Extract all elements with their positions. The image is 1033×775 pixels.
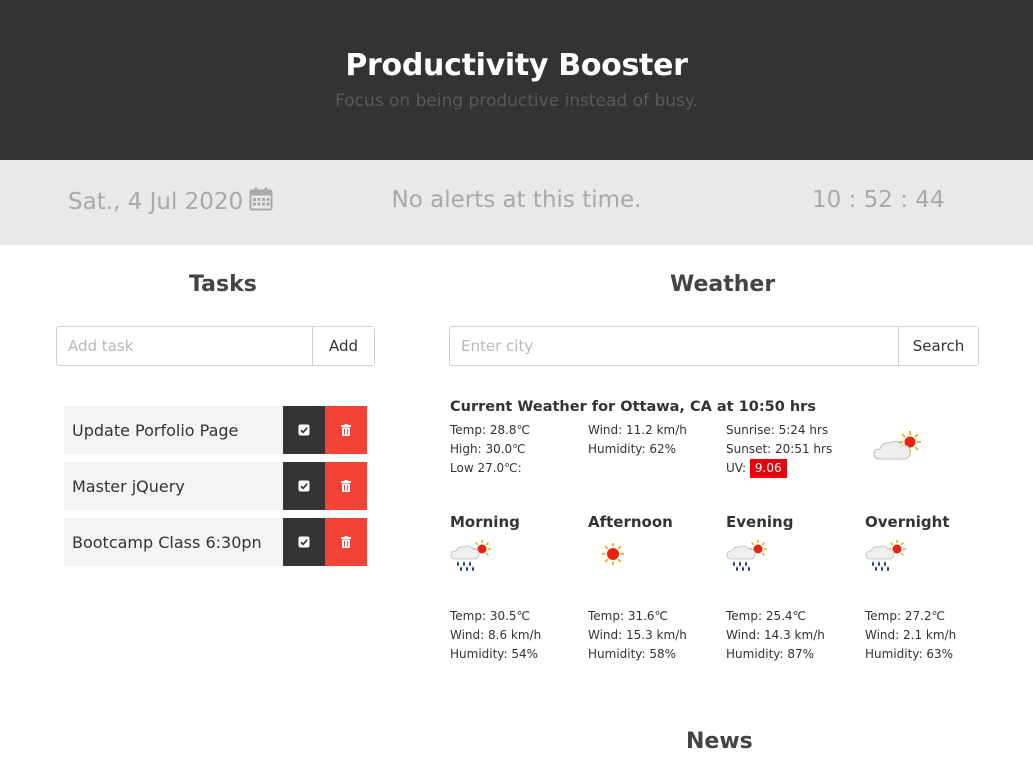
current-sun-uv: Sunrise: 5:24 hrs Sunset: 20:51 hrs UV: … bbox=[726, 421, 832, 478]
check-square-icon bbox=[298, 533, 310, 552]
complete-task-button[interactable] bbox=[283, 518, 325, 566]
current-uv: UV: 9.06 bbox=[726, 459, 832, 478]
trash-icon bbox=[341, 421, 351, 440]
period-temp: Temp: 27.2℃ bbox=[865, 609, 946, 623]
period-wind: Wind: 14.3 km/h bbox=[726, 628, 825, 642]
weather-title: Weather bbox=[670, 272, 776, 297]
info-bar: Sat., 4 Jul 2020 No alerts at this time.… bbox=[0, 160, 1033, 245]
search-button[interactable]: Search bbox=[898, 327, 978, 365]
task-label[interactable]: Master jQuery bbox=[64, 462, 283, 510]
rain-sun-icon bbox=[450, 539, 580, 581]
forecast-overnight: Overnight Temp: 27.2℃ Wind: 2.1 km/h Hum… bbox=[865, 513, 995, 664]
task-label[interactable]: Update Porfolio Page bbox=[64, 406, 283, 454]
current-sunrise: Sunrise: 5:24 hrs bbox=[726, 423, 829, 437]
current-temps: Temp: 28.8℃ High: 30.0℃ Low 27.0℃: bbox=[450, 421, 530, 478]
period-name: Afternoon bbox=[588, 513, 673, 531]
app-subtitle: Focus on being productive instead of bus… bbox=[335, 91, 698, 111]
task-label[interactable]: Bootcamp Class 6:30pn bbox=[64, 518, 283, 566]
period-name: Overnight bbox=[865, 513, 950, 531]
trash-icon bbox=[341, 477, 351, 496]
complete-task-button[interactable] bbox=[283, 462, 325, 510]
news-title: News bbox=[686, 729, 753, 754]
period-wind: Wind: 8.6 km/h bbox=[450, 628, 542, 642]
forecast-afternoon: Afternoon Temp: 31.6℃ Wind: 15.3 km/h Hu… bbox=[588, 513, 718, 664]
period-humidity: Humidity: 54% bbox=[450, 647, 539, 661]
period-temp: Temp: 30.5℃ bbox=[450, 609, 531, 623]
clock: 10 : 52 : 44 bbox=[812, 187, 945, 213]
period-humidity: Humidity: 58% bbox=[588, 647, 677, 661]
uv-badge: 9.06 bbox=[749, 459, 787, 478]
period-wind: Wind: 2.1 km/h bbox=[865, 628, 957, 642]
city-search-input[interactable] bbox=[450, 327, 898, 365]
current-sunset: Sunset: 20:51 hrs bbox=[726, 442, 833, 456]
current-temp: Temp: 28.8℃ bbox=[450, 423, 531, 437]
current-wind-humidity: Wind: 11.2 km/h Humidity: 62% bbox=[588, 421, 687, 459]
current-humidity: Humidity: 62% bbox=[588, 442, 677, 456]
current-weather-heading: Current Weather for Ottawa, CA at 10:50 … bbox=[450, 399, 816, 415]
delete-task-button[interactable] bbox=[325, 518, 367, 566]
check-square-icon bbox=[298, 477, 310, 496]
add-task-group: Add bbox=[56, 326, 375, 366]
rain-sun-icon bbox=[865, 539, 995, 581]
page-header: Productivity Booster Focus on being prod… bbox=[0, 0, 1033, 160]
app-title: Productivity Booster bbox=[345, 48, 688, 83]
period-humidity: Humidity: 63% bbox=[865, 647, 954, 661]
uv-label: UV: bbox=[726, 461, 747, 475]
delete-task-button[interactable] bbox=[325, 406, 367, 454]
tasks-title: Tasks bbox=[189, 272, 257, 297]
check-square-icon bbox=[298, 421, 310, 440]
period-humidity: Humidity: 87% bbox=[726, 647, 815, 661]
task-item: Bootcamp Class 6:30pn bbox=[64, 518, 367, 566]
city-search-group: Search bbox=[449, 326, 979, 366]
period-name: Morning bbox=[450, 513, 520, 531]
task-item: Update Porfolio Page bbox=[64, 406, 367, 454]
sun-icon bbox=[588, 539, 718, 581]
add-task-button[interactable]: Add bbox=[312, 327, 374, 365]
period-temp: Temp: 31.6℃ bbox=[588, 609, 669, 623]
add-task-input[interactable] bbox=[57, 327, 312, 365]
period-temp: Temp: 25.4℃ bbox=[726, 609, 807, 623]
period-wind: Wind: 15.3 km/h bbox=[588, 628, 687, 642]
current-low: Low 27.0℃: bbox=[450, 461, 522, 475]
current-high: High: 30.0℃ bbox=[450, 442, 526, 456]
rain-sun-icon bbox=[726, 539, 856, 581]
delete-task-button[interactable] bbox=[325, 462, 367, 510]
task-item: Master jQuery bbox=[64, 462, 367, 510]
trash-icon bbox=[341, 533, 351, 552]
partly-cloudy-icon bbox=[872, 430, 924, 468]
period-name: Evening bbox=[726, 513, 794, 531]
current-wind: Wind: 11.2 km/h bbox=[588, 423, 687, 437]
complete-task-button[interactable] bbox=[283, 406, 325, 454]
forecast-morning: Morning Temp: 30.5℃ Wind: 8.6 km/h Humid… bbox=[450, 513, 580, 664]
forecast-evening: Evening Temp: 25.4℃ Wind: 14.3 km/h Humi… bbox=[726, 513, 856, 664]
